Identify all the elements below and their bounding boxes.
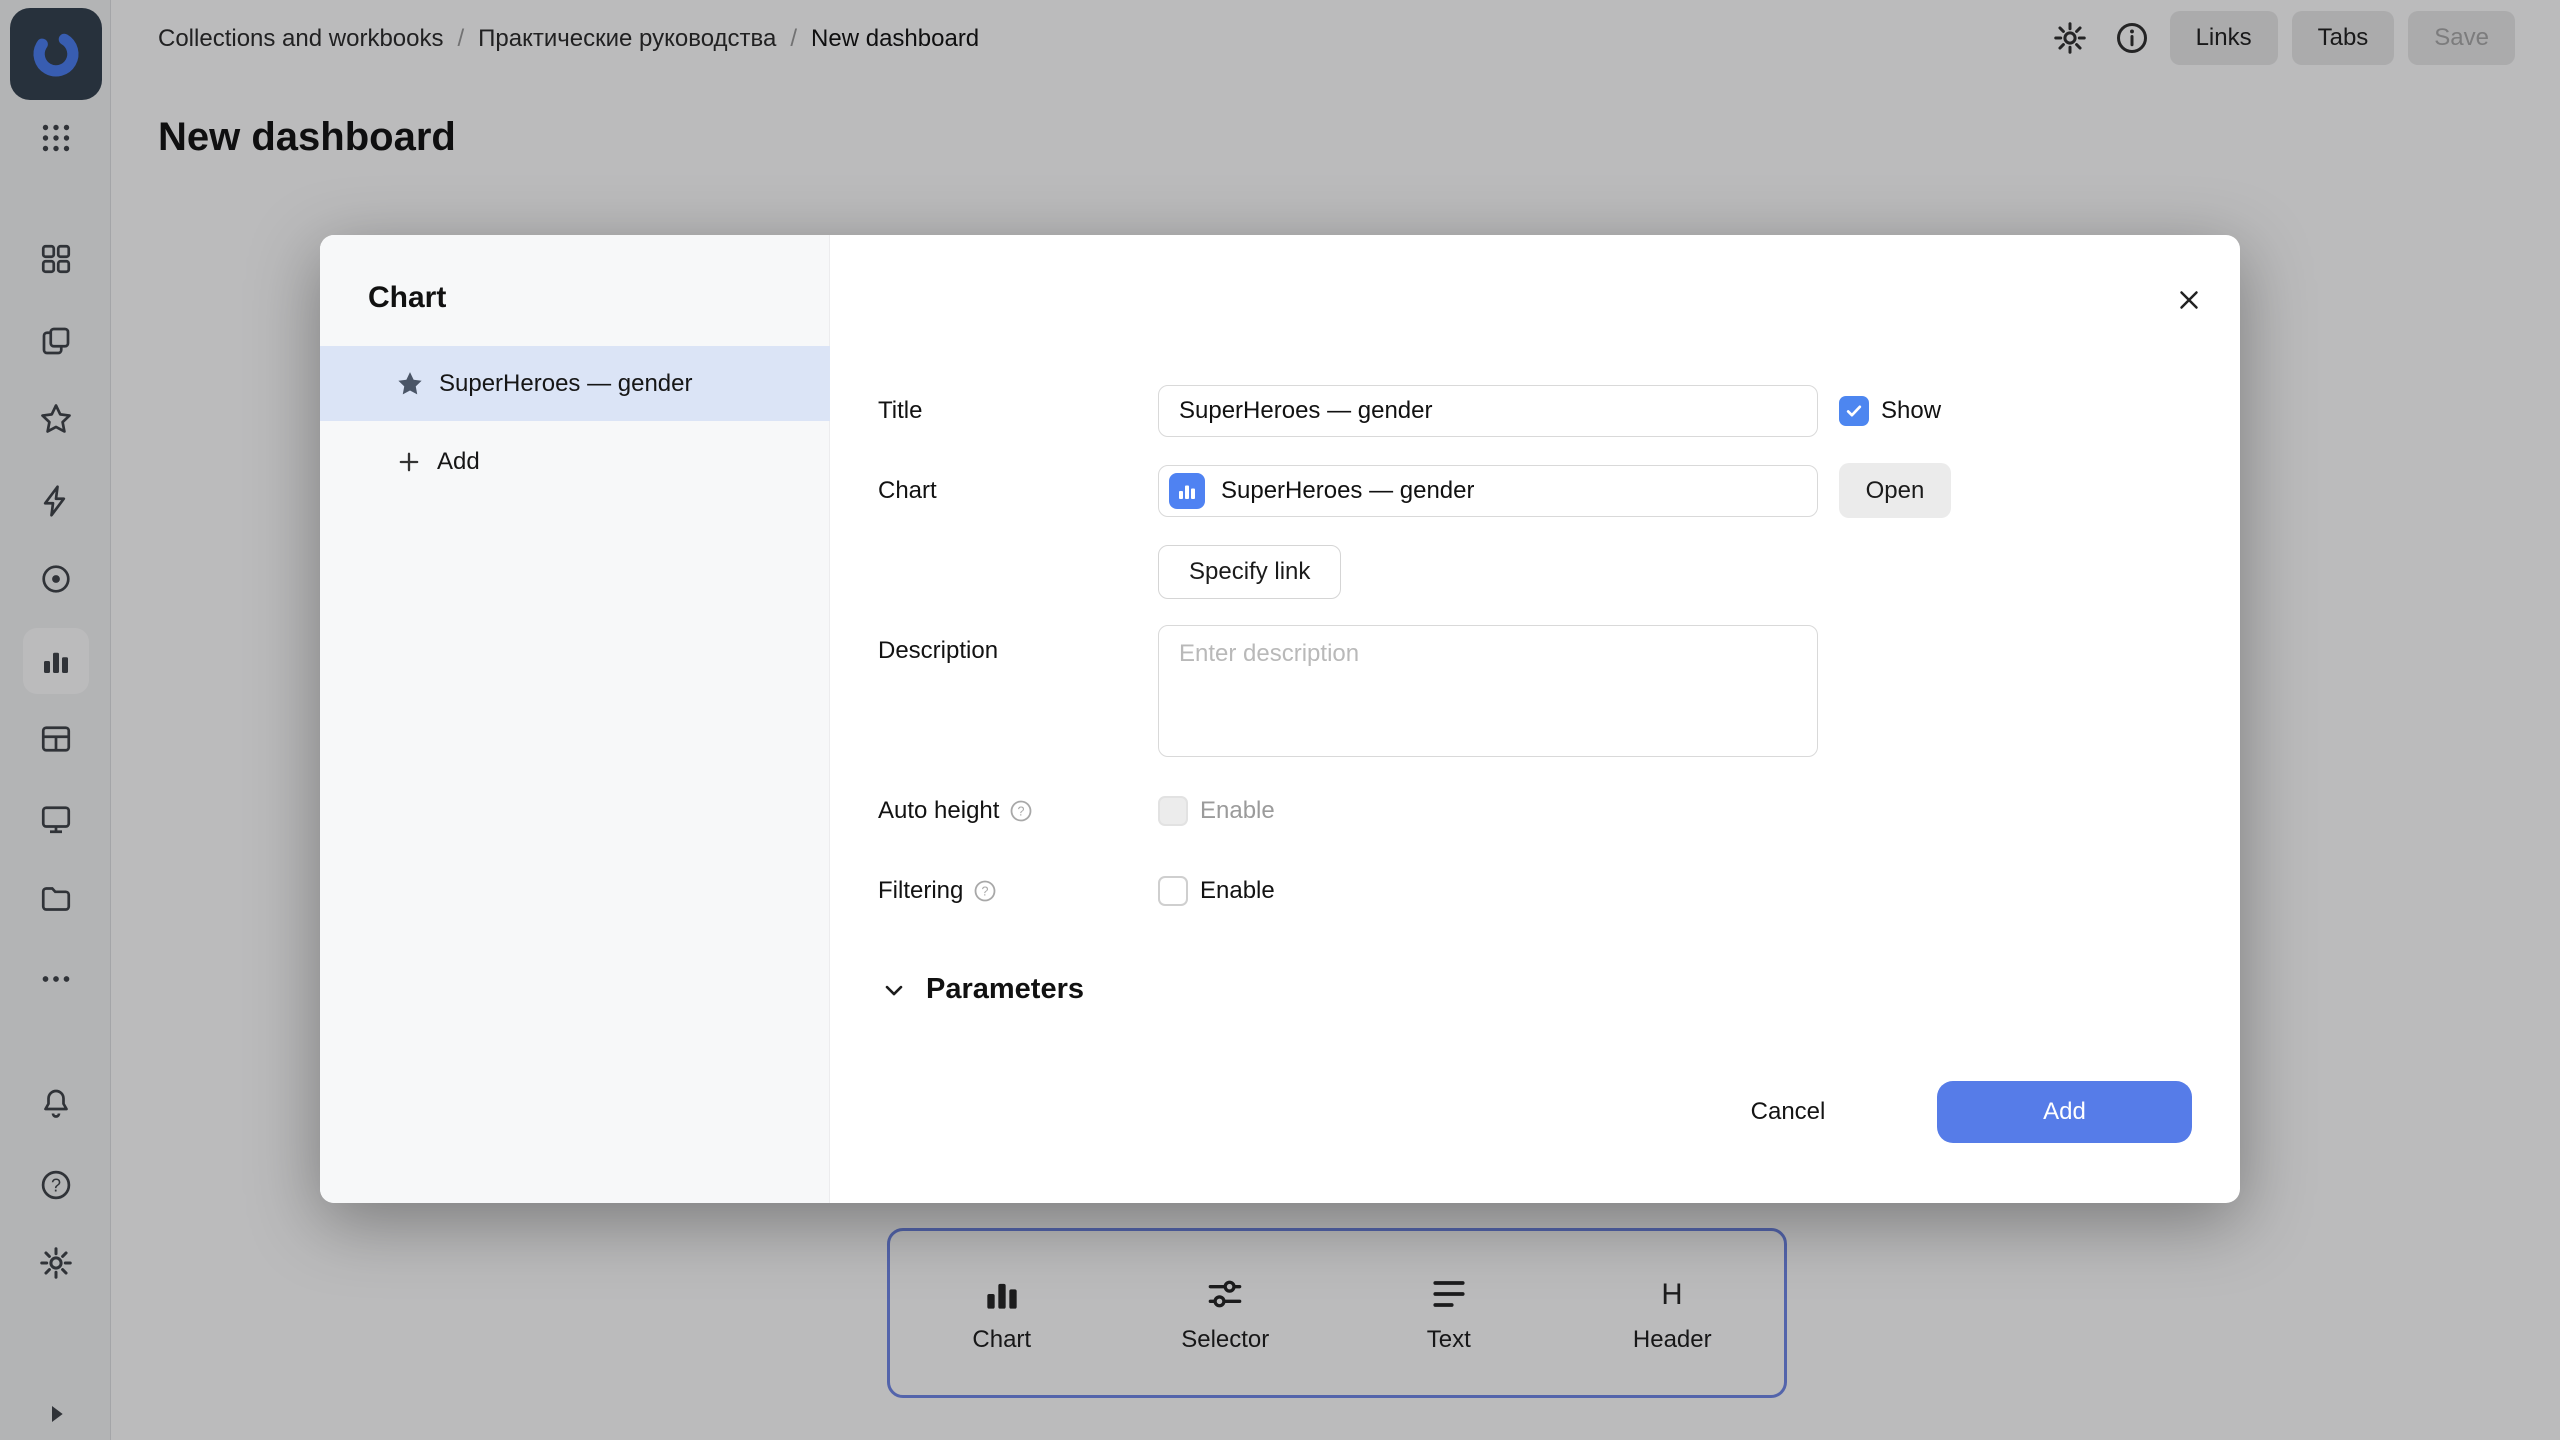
- auto-height-checkbox: [1158, 796, 1188, 826]
- chevron-down-icon: [880, 976, 908, 1004]
- app-screen: ? Collections and workbooks Практические…: [0, 0, 2560, 1440]
- dialog-body: Title Show Chart SuperHeroes — gender Op…: [830, 235, 2240, 1203]
- chart-file-icon: [1169, 473, 1205, 509]
- svg-text:?: ?: [982, 885, 989, 899]
- chart-tab-label: SuperHeroes — gender: [439, 370, 692, 398]
- chart-tab-item[interactable]: SuperHeroes — gender: [320, 346, 830, 421]
- check-icon: [1844, 401, 1864, 421]
- parameters-section-toggle[interactable]: Parameters: [880, 973, 1084, 1006]
- filtering-help-icon[interactable]: ?: [973, 879, 997, 903]
- auto-height-label: Auto height ?: [878, 796, 1033, 826]
- filtering-label: Filtering ?: [878, 876, 997, 906]
- title-label: Title: [878, 396, 922, 426]
- filtering-enable-label: Enable: [1200, 876, 1275, 906]
- close-icon[interactable]: [2166, 277, 2212, 323]
- filtering-checkbox[interactable]: [1158, 876, 1188, 906]
- add-tab-label: Add: [437, 448, 480, 476]
- open-button[interactable]: Open: [1839, 463, 1951, 518]
- show-label: Show: [1881, 396, 1941, 426]
- parameters-label: Parameters: [926, 973, 1084, 1006]
- title-input[interactable]: [1158, 385, 1818, 437]
- add-tab-button[interactable]: Add: [320, 431, 830, 493]
- svg-text:?: ?: [1018, 805, 1025, 819]
- add-chart-dialog: Chart SuperHeroes — gender Add Title S: [320, 235, 2240, 1203]
- dialog-sidebar: Chart SuperHeroes — gender Add: [320, 235, 830, 1203]
- star-icon: [395, 369, 425, 399]
- specify-link-button[interactable]: Specify link: [1158, 545, 1341, 599]
- chart-select-value: SuperHeroes — gender: [1221, 477, 1474, 505]
- description-textarea[interactable]: [1158, 625, 1818, 757]
- auto-height-help-icon[interactable]: ?: [1009, 799, 1033, 823]
- chart-label: Chart: [878, 476, 937, 506]
- show-checkbox[interactable]: [1839, 396, 1869, 426]
- cancel-button[interactable]: Cancel: [1710, 1084, 1866, 1140]
- plus-icon: [395, 448, 423, 476]
- chart-select-input[interactable]: SuperHeroes — gender: [1158, 465, 1818, 517]
- auto-height-enable-label: Enable: [1200, 796, 1275, 826]
- dialog-title: Chart: [368, 281, 446, 315]
- add-button[interactable]: Add: [1937, 1081, 2192, 1143]
- description-label: Description: [878, 636, 998, 666]
